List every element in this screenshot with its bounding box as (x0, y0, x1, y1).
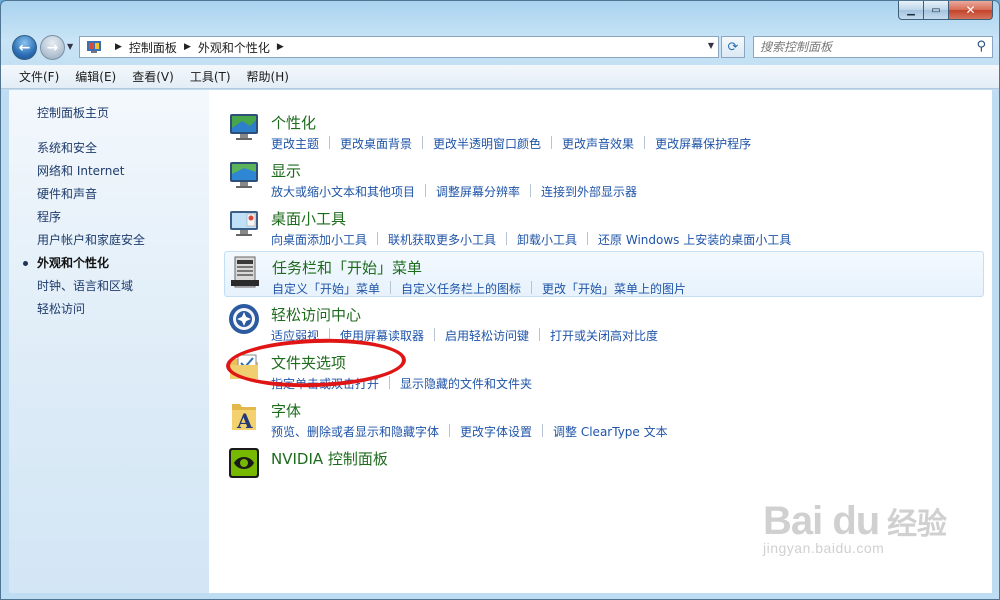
display-icon[interactable] (227, 158, 261, 192)
monitor-personalize-icon[interactable] (227, 110, 261, 144)
sidebar-item-hardware-sound[interactable]: 硬件和声音 (37, 183, 145, 206)
category-fonts: A 字体 预览、删除或者显示和隐藏字体 更改字体设置 调整 ClearType … (224, 395, 984, 441)
arrow-left-icon: ← (18, 39, 31, 56)
nvidia-icon[interactable] (227, 446, 261, 480)
chevron-right-icon[interactable]: ▶ (277, 42, 284, 52)
category-gadgets: 桌面小工具 向桌面添加小工具 联机获取更多小工具 卸载小工具 还原 Window… (224, 203, 984, 249)
link-window-color[interactable]: 更改半透明窗口颜色 (433, 135, 541, 152)
category-links: 更改主题 更改桌面背景 更改半透明窗口颜色 更改声音效果 更改屏幕保护程序 (271, 135, 751, 152)
category-nvidia: NVIDIA 控制面板 (224, 443, 984, 489)
link-preview-fonts[interactable]: 预览、删除或者显示和隐藏字体 (271, 423, 439, 440)
sidebar-item-clock-language[interactable]: 时钟、语言和区域 (37, 275, 145, 298)
category-links: 自定义「开始」菜单 自定义任务栏上的图标 更改「开始」菜单上的图片 (272, 280, 686, 297)
search-icon[interactable]: ⚲ (976, 39, 986, 54)
link-cleartype[interactable]: 调整 ClearType 文本 (553, 423, 668, 440)
category-title[interactable]: 桌面小工具 (271, 208, 346, 229)
sidebar-item-ease-of-access[interactable]: 轻松访问 (37, 298, 145, 321)
sidebar-home-link[interactable]: 控制面板主页 (37, 104, 109, 121)
link-customize-start-menu[interactable]: 自定义「开始」菜单 (272, 280, 380, 297)
breadcrumb-control-panel[interactable]: 控制面板 (129, 39, 177, 56)
link-taskbar-icons[interactable]: 自定义任务栏上的图标 (401, 280, 521, 297)
address-bar[interactable]: ▶ 控制面板 ▶ 外观和个性化 ▶ ▼ (79, 36, 719, 58)
control-panel-icon (87, 41, 101, 53)
menu-view[interactable]: 查看(V) (124, 68, 182, 85)
link-get-more-gadgets[interactable]: 联机获取更多小工具 (388, 231, 496, 248)
caption-buttons: ▁ ▭ ✕ (898, 1, 993, 20)
category-links: 放大或缩小文本和其他项目 调整屏幕分辨率 连接到外部显示器 (271, 183, 637, 200)
category-display: 显示 放大或缩小文本和其他项目 调整屏幕分辨率 连接到外部显示器 (224, 155, 984, 201)
category-personalization: 个性化 更改主题 更改桌面背景 更改半透明窗口颜色 更改声音效果 更改屏幕保护程… (224, 107, 984, 153)
maximize-button[interactable]: ▭ (924, 1, 949, 20)
category-links: 向桌面添加小工具 联机获取更多小工具 卸载小工具 还原 Windows 上安装的… (271, 231, 791, 248)
link-show-hidden-files[interactable]: 显示隐藏的文件和文件夹 (400, 375, 532, 392)
search-input[interactable] (760, 40, 960, 54)
category-title[interactable]: NVIDIA 控制面板 (271, 448, 388, 469)
link-font-settings[interactable]: 更改字体设置 (460, 423, 532, 440)
menu-help[interactable]: 帮助(H) (239, 68, 297, 85)
menu-tools[interactable]: 工具(T) (182, 68, 239, 85)
menu-edit[interactable]: 编辑(E) (67, 68, 124, 85)
link-screen-saver[interactable]: 更改屏幕保护程序 (655, 135, 751, 152)
sidebar-list: 系统和安全 网络和 Internet 硬件和声音 程序 用户帐户和家庭安全 外观… (22, 137, 145, 321)
address-row: ← → ▼ ▶ 控制面板 ▶ 外观和个性化 ▶ ▼ ⟳ ⚲ (1, 31, 999, 63)
close-button[interactable]: ✕ (949, 1, 993, 20)
category-title[interactable]: 轻松访问中心 (271, 304, 361, 325)
search-box: ⚲ (753, 36, 993, 58)
baidu-watermark: Bai du 经验 jingyan.baidu.com (763, 499, 947, 556)
refresh-button[interactable]: ⟳ (721, 36, 745, 58)
link-restore-gadgets[interactable]: 还原 Windows 上安装的桌面小工具 (598, 231, 791, 248)
menu-bar: 文件(F) 编辑(E) 查看(V) 工具(T) 帮助(H) (1, 65, 999, 89)
taskbar-start-menu-icon[interactable] (228, 255, 262, 289)
category-title[interactable]: 显示 (271, 160, 301, 181)
category-title[interactable]: 字体 (271, 400, 301, 421)
link-start-menu-picture[interactable]: 更改「开始」菜单上的图片 (542, 280, 686, 297)
category-title[interactable]: 个性化 (271, 112, 316, 133)
link-text-size[interactable]: 放大或缩小文本和其他项目 (271, 183, 415, 200)
minimize-button[interactable]: ▁ (898, 1, 924, 20)
link-external-display[interactable]: 连接到外部显示器 (541, 183, 637, 200)
link-uninstall-gadget[interactable]: 卸载小工具 (517, 231, 577, 248)
recent-pages-dropdown[interactable]: ▼ (67, 42, 73, 51)
desktop-gadgets-icon[interactable] (227, 206, 261, 240)
fonts-icon[interactable]: A (227, 398, 261, 432)
refresh-icon: ⟳ (727, 39, 739, 55)
address-dropdown[interactable]: ▼ (708, 41, 714, 50)
sidebar-item-system-security[interactable]: 系统和安全 (37, 137, 145, 160)
maximize-icon: ▭ (931, 4, 941, 16)
menu-file[interactable]: 文件(F) (11, 68, 67, 85)
ease-of-access-icon[interactable] (227, 302, 261, 336)
minimize-icon: ▁ (907, 4, 915, 16)
chevron-right-icon[interactable]: ▶ (115, 42, 122, 52)
arrow-right-icon: → (46, 39, 59, 56)
forward-button[interactable]: → (40, 35, 65, 60)
link-sound-effects[interactable]: 更改声音效果 (562, 135, 634, 152)
link-high-contrast[interactable]: 打开或关闭高对比度 (550, 327, 658, 344)
watermark-cn: 经验 (887, 507, 948, 542)
category-links: 预览、删除或者显示和隐藏字体 更改字体设置 调整 ClearType 文本 (271, 423, 668, 440)
link-resolution[interactable]: 调整屏幕分辨率 (436, 183, 520, 200)
link-add-gadgets[interactable]: 向桌面添加小工具 (271, 231, 367, 248)
link-change-background[interactable]: 更改桌面背景 (340, 135, 412, 152)
chevron-right-icon[interactable]: ▶ (184, 42, 191, 52)
sidebar-item-network[interactable]: 网络和 Internet (37, 160, 145, 183)
svg-text:A: A (236, 409, 253, 432)
sidebar-item-user-accounts[interactable]: 用户帐户和家庭安全 (37, 229, 145, 252)
back-button[interactable]: ← (12, 35, 37, 60)
close-icon: ✕ (965, 3, 976, 17)
link-access-keys[interactable]: 启用轻松访问键 (445, 327, 529, 344)
sidebar-item-programs[interactable]: 程序 (37, 206, 145, 229)
sidebar-item-appearance: 外观和个性化 (22, 252, 145, 275)
category-title[interactable]: 任务栏和「开始」菜单 (272, 257, 422, 278)
breadcrumb-appearance[interactable]: 外观和个性化 (198, 39, 270, 56)
link-change-theme[interactable]: 更改主题 (271, 135, 319, 152)
category-taskbar[interactable]: 任务栏和「开始」菜单 自定义「开始」菜单 自定义任务栏上的图标 更改「开始」菜单… (224, 251, 984, 297)
control-panel-window: ▁ ▭ ✕ ← → ▼ ▶ 控制面板 ▶ 外观和个性化 ▶ ▼ ⟳ ⚲ (0, 0, 1000, 600)
watermark-logo: Bai du (763, 499, 880, 543)
sidebar: 控制面板主页 系统和安全 网络和 Internet 硬件和声音 程序 用户帐户和… (9, 90, 209, 593)
